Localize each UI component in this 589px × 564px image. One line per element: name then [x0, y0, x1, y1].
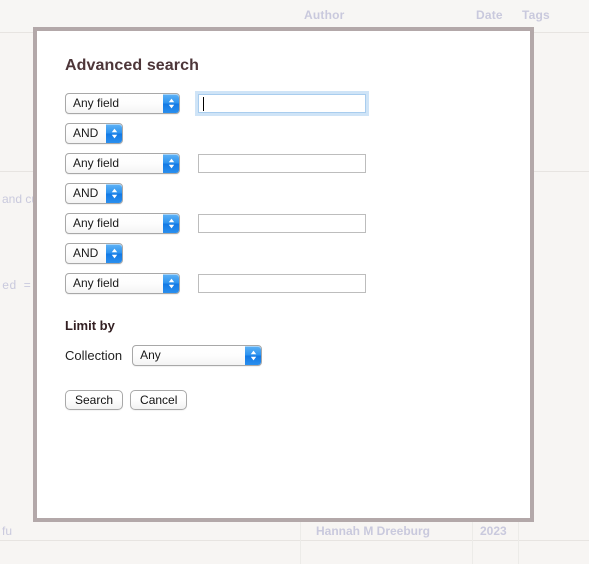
background-divider: [0, 540, 589, 541]
cancel-button[interactable]: Cancel: [130, 390, 188, 410]
search-term-input-4[interactable]: [198, 274, 366, 293]
field-select-1[interactable]: Any field: [65, 93, 180, 114]
chevron-updown-icon[interactable]: [106, 244, 122, 263]
collection-label: Collection: [65, 348, 123, 363]
operator-select-1-label: AND: [73, 126, 99, 140]
operator-select-1[interactable]: AND: [65, 123, 123, 144]
chevron-updown-icon[interactable]: [106, 184, 122, 203]
condition-row: Any field: [65, 93, 502, 114]
collection-row: Collection Any: [65, 345, 502, 366]
field-select-3[interactable]: Any field: [65, 213, 180, 234]
search-term-wrap-4: [180, 274, 366, 293]
search-term-wrap-3: [180, 214, 366, 233]
chevron-updown-icon[interactable]: [163, 214, 179, 233]
condition-row: Any field: [65, 213, 502, 234]
search-button[interactable]: Search: [65, 390, 124, 410]
chevron-updown-icon[interactable]: [106, 124, 122, 143]
chevron-updown-icon[interactable]: [163, 94, 179, 113]
text-caret: [203, 97, 204, 111]
operator-row: AND: [65, 243, 502, 264]
field-select-4[interactable]: Any field: [65, 273, 180, 294]
advanced-search-dialog: Advanced search Any field AND Any field …: [33, 27, 534, 522]
background-text-fragment: fu: [2, 524, 13, 538]
operator-row: AND: [65, 183, 502, 204]
chevron-updown-icon[interactable]: [245, 346, 262, 365]
search-term-wrap-1: [180, 94, 366, 113]
background-text-fragment: Hannah M Dreeburg: [316, 524, 431, 538]
field-select-3-label: Any field: [73, 216, 120, 230]
dialog-actions: Search Cancel: [65, 390, 502, 410]
operator-select-3[interactable]: AND: [65, 243, 123, 264]
field-select-2-label: Any field: [73, 156, 120, 170]
search-term-input-2[interactable]: [198, 154, 366, 173]
field-select-1-label: Any field: [73, 96, 120, 110]
chevron-updown-icon[interactable]: [163, 274, 179, 293]
operator-select-3-label: AND: [73, 246, 99, 260]
operator-select-2-label: AND: [73, 186, 99, 200]
search-term-input-3[interactable]: [198, 214, 366, 233]
limit-by-heading: Limit by: [65, 318, 115, 333]
chevron-updown-icon[interactable]: [163, 154, 179, 173]
condition-row: Any field: [65, 153, 502, 174]
condition-row: Any field: [65, 273, 502, 294]
background-column-author: Author: [304, 8, 345, 22]
operator-row: AND: [65, 123, 502, 144]
field-select-2[interactable]: Any field: [65, 153, 180, 174]
page-title: Advanced search: [65, 57, 200, 74]
collection-select-label: Any: [140, 348, 161, 362]
background-text-fragment: 2023: [480, 524, 507, 538]
background-column-tags: Tags: [522, 8, 550, 22]
background-column-date: Date: [476, 8, 503, 22]
field-select-4-label: Any field: [73, 276, 120, 290]
search-term-input-1[interactable]: [198, 94, 366, 113]
collection-select[interactable]: Any: [132, 345, 263, 366]
search-term-wrap-2: [180, 154, 366, 173]
operator-select-2[interactable]: AND: [65, 183, 123, 204]
